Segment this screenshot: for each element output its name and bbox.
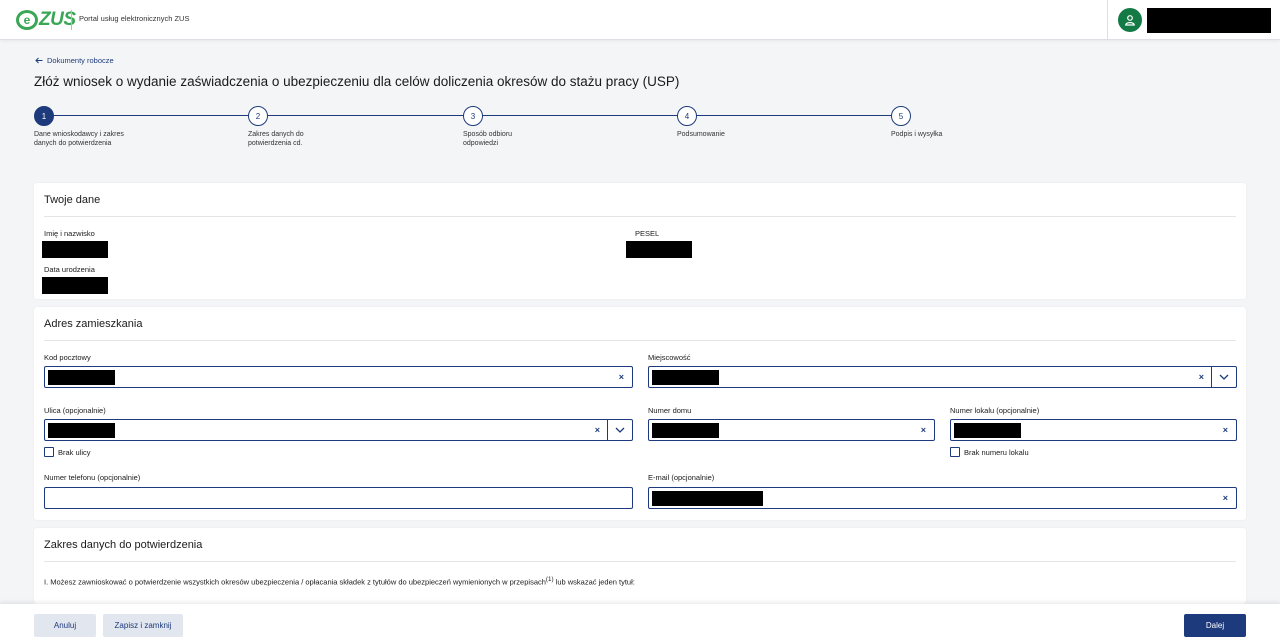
street-label: Ulica (opcjonalnie): [44, 406, 106, 415]
scope-text-tail: lub wskazać jeden tytuł:: [553, 577, 635, 587]
postal-code-value-redacted: [48, 370, 115, 385]
checkbox-box[interactable]: [950, 447, 960, 457]
scope-text-main: I. Możesz zawnioskować o potwierdzenie w…: [44, 577, 546, 587]
step-3-label: Sposób odbioru odpowiedzi: [463, 131, 513, 147]
back-link[interactable]: Dokumenty robocze: [35, 56, 114, 65]
city-value-redacted: [652, 370, 719, 385]
pesel-value-redacted: [626, 241, 692, 258]
address-title: Adres zamieszkania: [44, 318, 143, 330]
step-1-circle[interactable]: 1: [34, 106, 54, 126]
user-menu[interactable]: [1107, 0, 1280, 40]
no-street-checkbox[interactable]: Brak ulicy: [44, 447, 91, 457]
clear-icon[interactable]: ×: [1223, 493, 1228, 503]
chevron-down-icon[interactable]: [607, 420, 632, 440]
no-apartment-checkbox[interactable]: Brak numeru lokalu: [950, 447, 1029, 457]
postal-code-input[interactable]: ×: [44, 366, 633, 388]
clear-icon[interactable]: ×: [619, 372, 624, 382]
city-select[interactable]: ×: [648, 366, 1237, 388]
step-5-circle[interactable]: 5: [891, 106, 911, 126]
apartment-label: Numer lokalu (opcjonalnie): [950, 406, 1040, 415]
step-3-circle[interactable]: 3: [463, 106, 483, 126]
phone-label: Numer telefonu (opcjonalnie): [44, 473, 141, 482]
page-title: Złóż wniosek o wydanie zaświadczenia o u…: [34, 74, 680, 89]
stepper: 1 Dane wnioskodawcy i zakres danych do p…: [0, 106, 1280, 162]
email-input[interactable]: ×: [648, 487, 1237, 509]
card-divider: [44, 561, 1236, 562]
personal-data-title: Twoje dane: [44, 194, 101, 206]
chevron-down-icon[interactable]: [1211, 367, 1236, 387]
birth-date-label: Data urodzenia: [44, 265, 95, 274]
street-select[interactable]: ×: [44, 419, 633, 441]
pesel-label: PESEL: [635, 229, 660, 238]
next-button[interactable]: Dalej: [1184, 614, 1246, 637]
no-apartment-label: Brak numeru lokalu: [964, 447, 1029, 457]
postal-code-label: Kod pocztowy: [44, 353, 91, 362]
step-5-label: Podpis i wysyłka: [891, 131, 943, 138]
clear-icon[interactable]: ×: [921, 425, 926, 435]
ezus-logo[interactable]: e ZUS: [16, 9, 76, 30]
house-number-value-redacted: [652, 423, 719, 438]
step-2-label: Zakres danych do potwierdzenia cd.: [248, 131, 304, 147]
card-divider: [44, 216, 1236, 217]
email-label: E-mail (opcjonalnie): [648, 473, 715, 482]
birth-date-value-redacted: [42, 277, 108, 294]
logo-separator: [71, 10, 72, 30]
apartment-value-redacted: [954, 423, 1021, 438]
user-name-redacted: [1147, 8, 1271, 33]
save-close-button[interactable]: Zapisz i zamknij: [103, 614, 183, 637]
city-label: Miejscowość: [648, 353, 691, 362]
clear-icon[interactable]: ×: [595, 425, 600, 435]
user-icon[interactable]: [1118, 8, 1142, 32]
address-card: Adres zamieszkania Kod pocztowy × Miejsc…: [34, 307, 1246, 520]
back-link-label: Dokumenty robocze: [47, 56, 114, 65]
scope-title: Zakres danych do potwierdzenia: [44, 539, 203, 551]
name-value-redacted: [42, 241, 108, 258]
step-4-label: Podsumowanie: [677, 131, 725, 138]
apartment-input[interactable]: ×: [950, 419, 1237, 441]
arrow-left-icon: [35, 57, 43, 64]
phone-input[interactable]: [44, 487, 633, 509]
step-2-circle[interactable]: 2: [248, 106, 268, 126]
footnote-ref[interactable]: (1): [546, 576, 554, 583]
top-bar: e ZUS Portal usług elektronicznych ZUS: [0, 0, 1280, 40]
cancel-button[interactable]: Anuluj: [34, 614, 96, 637]
clear-icon[interactable]: ×: [1199, 372, 1204, 382]
step-1-label: Dane wnioskodawcy i zakres danych do pot…: [34, 131, 124, 147]
scope-description: I. Możesz zawnioskować o potwierdzenie w…: [44, 576, 635, 587]
name-label: Imię i nazwisko: [44, 229, 95, 238]
personal-data-card: Twoje dane Imię i nazwisko PESEL Data ur…: [34, 183, 1246, 299]
email-value-redacted: [652, 491, 763, 506]
step-4-circle[interactable]: 4: [677, 106, 697, 126]
no-street-label: Brak ulicy: [58, 447, 91, 457]
card-divider: [44, 340, 1236, 341]
bottom-action-bar: Anuluj Zapisz i zamknij Dalej: [0, 604, 1280, 641]
scope-card: Zakres danych do potwierdzenia I. Możesz…: [34, 528, 1246, 604]
house-number-input[interactable]: ×: [648, 419, 935, 441]
checkbox-box[interactable]: [44, 447, 54, 457]
portal-name: Portal usług elektronicznych ZUS: [79, 14, 190, 23]
clear-icon[interactable]: ×: [1223, 425, 1228, 435]
street-value-redacted: [48, 423, 115, 438]
logo-e: e: [16, 10, 38, 30]
house-number-label: Numer domu: [648, 406, 692, 415]
